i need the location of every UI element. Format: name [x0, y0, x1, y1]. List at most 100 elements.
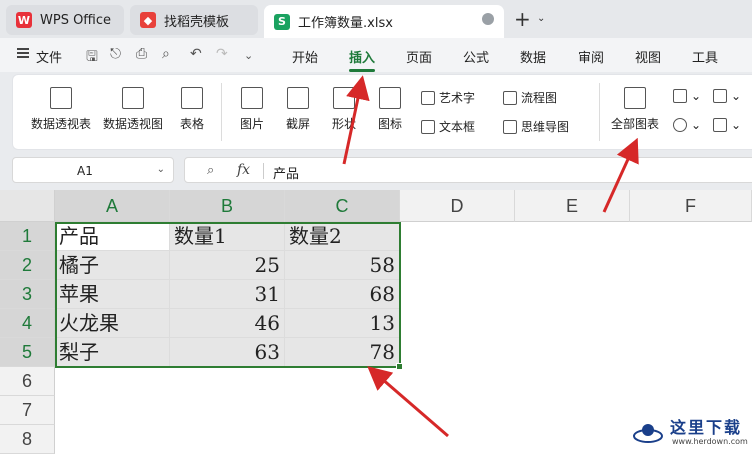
table-button[interactable]: 表格 — [175, 87, 209, 132]
flowchart-button[interactable]: 流程图 — [503, 89, 557, 106]
column-header-d[interactable]: D — [400, 190, 515, 222]
all-charts-button[interactable]: 全部图表 — [607, 87, 663, 132]
menu-file[interactable]: 文件 — [36, 47, 62, 66]
ribbon-divider — [221, 83, 222, 141]
column-chart-icon[interactable]: ⌄ — [673, 89, 701, 103]
cell-b2[interactable]: 25 — [170, 251, 285, 280]
cell-a3[interactable]: 苹果 — [55, 280, 170, 309]
scissors-icon — [287, 87, 309, 109]
tab-wps-office[interactable]: W WPS Office — [6, 5, 124, 35]
column-header-b[interactable]: B — [170, 190, 285, 222]
pivot-table-button[interactable]: 数据透视表 — [29, 87, 93, 132]
cell-b5[interactable]: 63 — [170, 338, 285, 367]
name-box[interactable]: A1 ⌄ — [12, 157, 174, 183]
wps-logo-icon: W — [16, 12, 32, 28]
cell-a5[interactable]: 梨子 — [55, 338, 170, 367]
docer-logo-icon: ◆ — [140, 12, 156, 28]
tab-start[interactable]: 开始 — [292, 47, 318, 66]
tab-page[interactable]: 页面 — [406, 47, 432, 66]
column-header-e[interactable]: E — [515, 190, 630, 222]
tab-insert[interactable]: 插入 — [349, 47, 376, 72]
all-charts-label: 全部图表 — [610, 117, 659, 131]
cell-a2[interactable]: 橘子 — [55, 251, 170, 280]
formula-value: 产品 — [273, 167, 300, 182]
print-preview-icon[interactable]: ⌕ — [162, 46, 170, 62]
screenshot-label: 截屏 — [285, 117, 310, 131]
pivot-table-label: 数据透视表 — [30, 117, 91, 131]
column-header-a[interactable]: A — [55, 190, 170, 222]
chevron-down-icon[interactable]: ⌄ — [244, 49, 253, 62]
cell-b3[interactable]: 31 — [170, 280, 285, 309]
row-header-4[interactable]: 4 — [0, 309, 55, 338]
tab-data[interactable]: 数据 — [520, 47, 546, 66]
chevron-down-icon[interactable]: ⌄ — [157, 164, 165, 175]
table-icon — [181, 87, 203, 109]
pie-chart-icon[interactable]: ⌄ — [673, 118, 701, 132]
fx-icon[interactable]: fx — [237, 162, 250, 178]
picture-button[interactable]: 图片 — [233, 87, 271, 132]
fill-handle[interactable] — [396, 363, 403, 370]
print-icon[interactable]: ⎙ — [136, 46, 147, 62]
mindmap-button[interactable]: 思维导图 — [503, 118, 569, 135]
tab-bar: W WPS Office ◆ 找稻壳模板 S 工作簿数量.xlsx + ⌄ — [0, 0, 752, 38]
scatter-chart-icon[interactable]: ⌄ — [713, 118, 741, 132]
save-icon[interactable]: 🖫 — [86, 46, 98, 70]
cell-c3[interactable]: 68 — [285, 280, 400, 309]
row-header-8[interactable]: 8 — [0, 425, 55, 454]
cell-c2[interactable]: 58 — [285, 251, 400, 280]
cell-a1[interactable]: 产品 — [55, 222, 170, 251]
wordart-button[interactable]: 艺术字 — [421, 89, 475, 106]
cell-c4[interactable]: 13 — [285, 309, 400, 338]
mindmap-label: 思维导图 — [521, 120, 570, 134]
undo-icon[interactable]: ↶ — [190, 46, 202, 62]
icon-label: 图标 — [377, 117, 402, 131]
tab-template[interactable]: ◆ 找稻壳模板 — [130, 5, 258, 35]
tab-workbook[interactable]: S 工作簿数量.xlsx — [264, 5, 504, 38]
close-tab-icon[interactable] — [482, 13, 494, 25]
textbox-icon — [421, 119, 435, 134]
tab-label: 找稻壳模板 — [164, 14, 230, 30]
textbox-button[interactable]: 文本框 — [421, 118, 475, 135]
formula-bar: A1 ⌄ ⌕ fx 产品 — [0, 150, 752, 190]
cell-c5[interactable]: 78 — [285, 338, 400, 367]
row-header-1[interactable]: 1 — [0, 222, 55, 251]
cell-c1[interactable]: 数量2 — [285, 222, 400, 251]
icon-button[interactable]: 图标 — [375, 87, 405, 132]
mindmap-icon — [503, 119, 517, 134]
ribbon-divider — [599, 83, 600, 141]
pivot-table-icon — [50, 87, 72, 109]
wordart-label: 艺术字 — [439, 91, 476, 105]
tab-formula[interactable]: 公式 — [463, 47, 489, 66]
new-tab-icon[interactable]: + — [514, 9, 531, 29]
shape-button[interactable]: 形状 — [325, 87, 363, 132]
column-header-c[interactable]: C — [285, 190, 400, 222]
row-header-3[interactable]: 3 — [0, 280, 55, 309]
line-chart-icon[interactable]: ⌄ — [713, 89, 741, 103]
tab-review[interactable]: 审阅 — [578, 47, 604, 66]
column-header-f[interactable]: F — [630, 190, 752, 222]
cell-b1[interactable]: 数量1 — [170, 222, 285, 251]
tab-view[interactable]: 视图 — [635, 47, 661, 66]
table-label: 表格 — [179, 117, 204, 131]
zoom-icon[interactable]: ⌕ — [207, 163, 214, 178]
cell-b4[interactable]: 46 — [170, 309, 285, 338]
formula-divider — [263, 163, 264, 179]
formula-input[interactable]: ⌕ fx 产品 — [184, 157, 752, 183]
icon-library-icon — [379, 87, 401, 109]
menu-icon[interactable] — [17, 48, 29, 58]
tab-tools[interactable]: 工具 — [692, 47, 718, 66]
screenshot-button[interactable]: 截屏 — [279, 87, 317, 132]
tab-label: 工作簿数量.xlsx — [298, 16, 393, 31]
pivot-chart-button[interactable]: 数据透视图 — [101, 87, 165, 132]
chevron-down-icon[interactable]: ⌄ — [537, 13, 545, 24]
select-all-corner[interactable] — [0, 190, 55, 222]
redo-icon[interactable]: ↷ — [216, 46, 228, 62]
row-header-2[interactable]: 2 — [0, 251, 55, 280]
row-header-7[interactable]: 7 — [0, 396, 55, 425]
ribbon: 数据透视表 数据透视图 表格 图片 截屏 形状 图标 艺术字 文本框 流程图 思… — [12, 74, 752, 150]
export-icon[interactable]: ⎋ — [110, 46, 121, 62]
row-header-6[interactable]: 6 — [0, 367, 55, 396]
spreadsheet-icon: S — [274, 13, 290, 30]
row-header-5[interactable]: 5 — [0, 338, 55, 367]
cell-a4[interactable]: 火龙果 — [55, 309, 170, 338]
